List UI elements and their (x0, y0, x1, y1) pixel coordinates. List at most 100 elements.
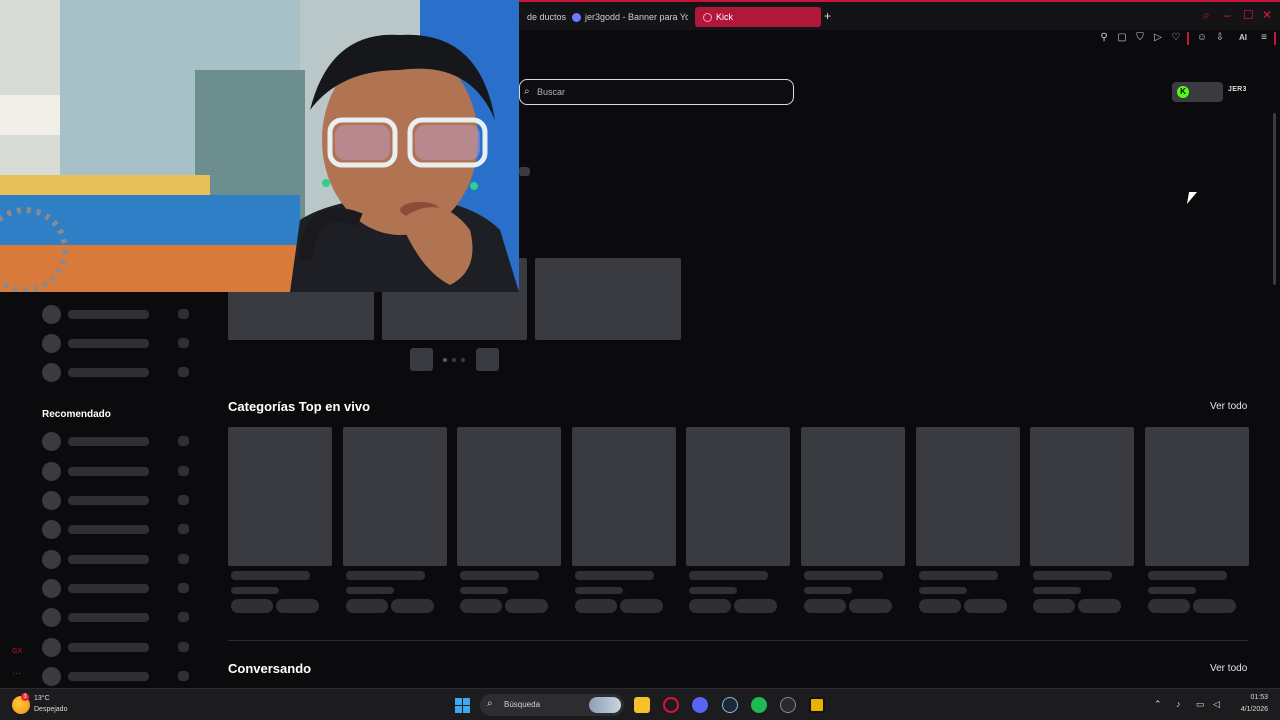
category-card-skeleton[interactable] (1030, 427, 1135, 566)
viewer-count-skeleton (178, 466, 189, 476)
category-card-skeleton[interactable] (801, 427, 905, 566)
category-tag-skeleton (1192, 599, 1236, 613)
minimize-icon[interactable]: – (1224, 8, 1231, 22)
carousel-next-button[interactable] (476, 348, 499, 371)
opera-more-icon[interactable]: ··· (12, 668, 21, 678)
section-divider (228, 640, 1248, 641)
avatar (42, 462, 61, 481)
category-card-skeleton[interactable] (1144, 427, 1249, 566)
spotify-icon[interactable] (751, 697, 767, 713)
avatar (42, 579, 61, 598)
top-categories-title: Categorías Top en vivo (228, 399, 371, 414)
category-text-skeleton (918, 587, 967, 594)
discord-icon[interactable] (692, 697, 708, 713)
taskbar-search-input[interactable]: ⌕ Búsqueda (480, 694, 624, 716)
carousel-prev-button[interactable] (410, 348, 433, 371)
tray-chevron-icon[interactable]: ⌃ (1154, 699, 1162, 710)
category-text-skeleton (804, 587, 852, 594)
tab-de-ductos[interactable]: de ductos (527, 7, 567, 27)
heart-icon[interactable]: ♡ (1170, 32, 1182, 44)
ai-icon[interactable]: AI (1232, 32, 1254, 44)
category-tag-skeleton (345, 599, 388, 613)
bookmark-icon[interactable]: ▢ (1116, 32, 1128, 44)
search-highlight-icon (589, 697, 621, 713)
app-icon[interactable] (780, 697, 796, 713)
taskbar-date[interactable]: 4/1/2026 (1226, 706, 1268, 713)
carousel-dot[interactable] (443, 358, 447, 362)
tab-label: de ductos (527, 12, 567, 22)
category-text-skeleton (1033, 587, 1082, 594)
category-card-skeleton[interactable] (228, 427, 332, 566)
viewer-count-skeleton (178, 554, 189, 564)
weather-description[interactable]: Despejado (34, 706, 67, 713)
weather-temperature[interactable]: 13°C (34, 695, 50, 702)
channel-name-skeleton (68, 584, 149, 593)
taskbar-time[interactable]: 01:53 (1236, 694, 1268, 701)
carousel-dot[interactable] (461, 358, 465, 362)
tab-kick[interactable]: Kick (695, 7, 821, 27)
channel-name-skeleton (68, 613, 149, 622)
file-explorer-icon[interactable] (634, 697, 650, 713)
taskbar-search-label: Búsqueda (504, 700, 541, 709)
viewer-count-skeleton (178, 524, 189, 534)
windows-start-icon[interactable] (455, 698, 470, 713)
viewer-count-skeleton (178, 367, 189, 377)
search-icon: ⌕ (524, 86, 530, 97)
new-tab-button[interactable]: + (824, 9, 831, 23)
app-m-icon[interactable] (809, 697, 825, 713)
category-tag-skeleton (849, 599, 892, 613)
avatar (42, 491, 61, 510)
username-label[interactable]: JER3 (1228, 86, 1247, 93)
account-icon[interactable]: ☺ (1196, 32, 1208, 44)
category-card-skeleton[interactable] (686, 427, 791, 566)
viewer-count-skeleton (178, 436, 189, 446)
menu-icon[interactable]: ≡ (1258, 32, 1270, 44)
kick-logo-icon: K (1177, 86, 1189, 98)
avatar (42, 432, 61, 451)
mouse-cursor-icon (1186, 192, 1198, 204)
shield-icon[interactable]: ⛉ (1134, 32, 1146, 44)
category-text-skeleton (689, 571, 769, 580)
loading-skeleton (519, 167, 530, 176)
sidebar-recommended-heading: Recomendado (42, 409, 111, 420)
conversando-see-all-link[interactable]: Ver todo (1210, 663, 1247, 674)
close-icon[interactable]: ✕ (1262, 8, 1272, 22)
search-icon: ⌕ (487, 698, 493, 709)
opera-gx-icon[interactable]: GX (12, 648, 22, 655)
volume-icon[interactable]: ◁ (1213, 699, 1220, 710)
category-card-skeleton[interactable] (571, 427, 676, 566)
avatar (42, 550, 61, 569)
category-tag-skeleton (390, 599, 434, 613)
category-card-skeleton[interactable] (915, 427, 1020, 566)
tab-banner[interactable]: jer3godd - Banner para Yo (572, 7, 688, 27)
avatar (42, 667, 61, 686)
taskbar: 3 13°C Despejado ⌕ Búsqueda ⌃ ♪ ▭ ◁ 01:5… (0, 688, 1280, 720)
avatar (42, 608, 61, 627)
top-categories-see-all-link[interactable]: Ver todo (1210, 401, 1247, 412)
category-text-skeleton (574, 571, 654, 580)
search-tabs-icon[interactable]: ⌕ (1203, 8, 1210, 23)
category-card-skeleton[interactable] (457, 427, 562, 566)
category-card-skeleton[interactable] (342, 427, 447, 566)
steam-icon[interactable] (722, 697, 738, 713)
viewer-count-skeleton (178, 338, 189, 348)
maximize-icon[interactable]: ☐ (1243, 8, 1254, 22)
category-tag-skeleton (734, 599, 778, 613)
opera-icon[interactable] (663, 697, 679, 713)
viewer-count-skeleton (178, 495, 189, 505)
download-icon[interactable]: ⇩ (1214, 32, 1226, 44)
scrollbar[interactable] (1273, 113, 1276, 285)
search-input[interactable]: ⌕ Buscar (519, 79, 794, 105)
carousel-dot[interactable] (452, 358, 456, 362)
screen: de ductos jer3godd - Banner para Yo Kick… (0, 0, 1280, 720)
play-icon[interactable]: ▷ (1152, 32, 1164, 44)
category-text-skeleton (231, 587, 279, 594)
weather-badge: 3 (21, 693, 29, 701)
category-tag-skeleton (276, 599, 319, 613)
network-icon[interactable]: ▭ (1196, 699, 1205, 710)
kick-user-button[interactable]: K (1172, 82, 1223, 102)
channel-name-skeleton (68, 525, 149, 534)
pin-icon[interactable]: ⚲ (1098, 32, 1110, 44)
category-tag-skeleton (689, 599, 732, 613)
microphone-icon[interactable]: ♪ (1176, 699, 1181, 709)
